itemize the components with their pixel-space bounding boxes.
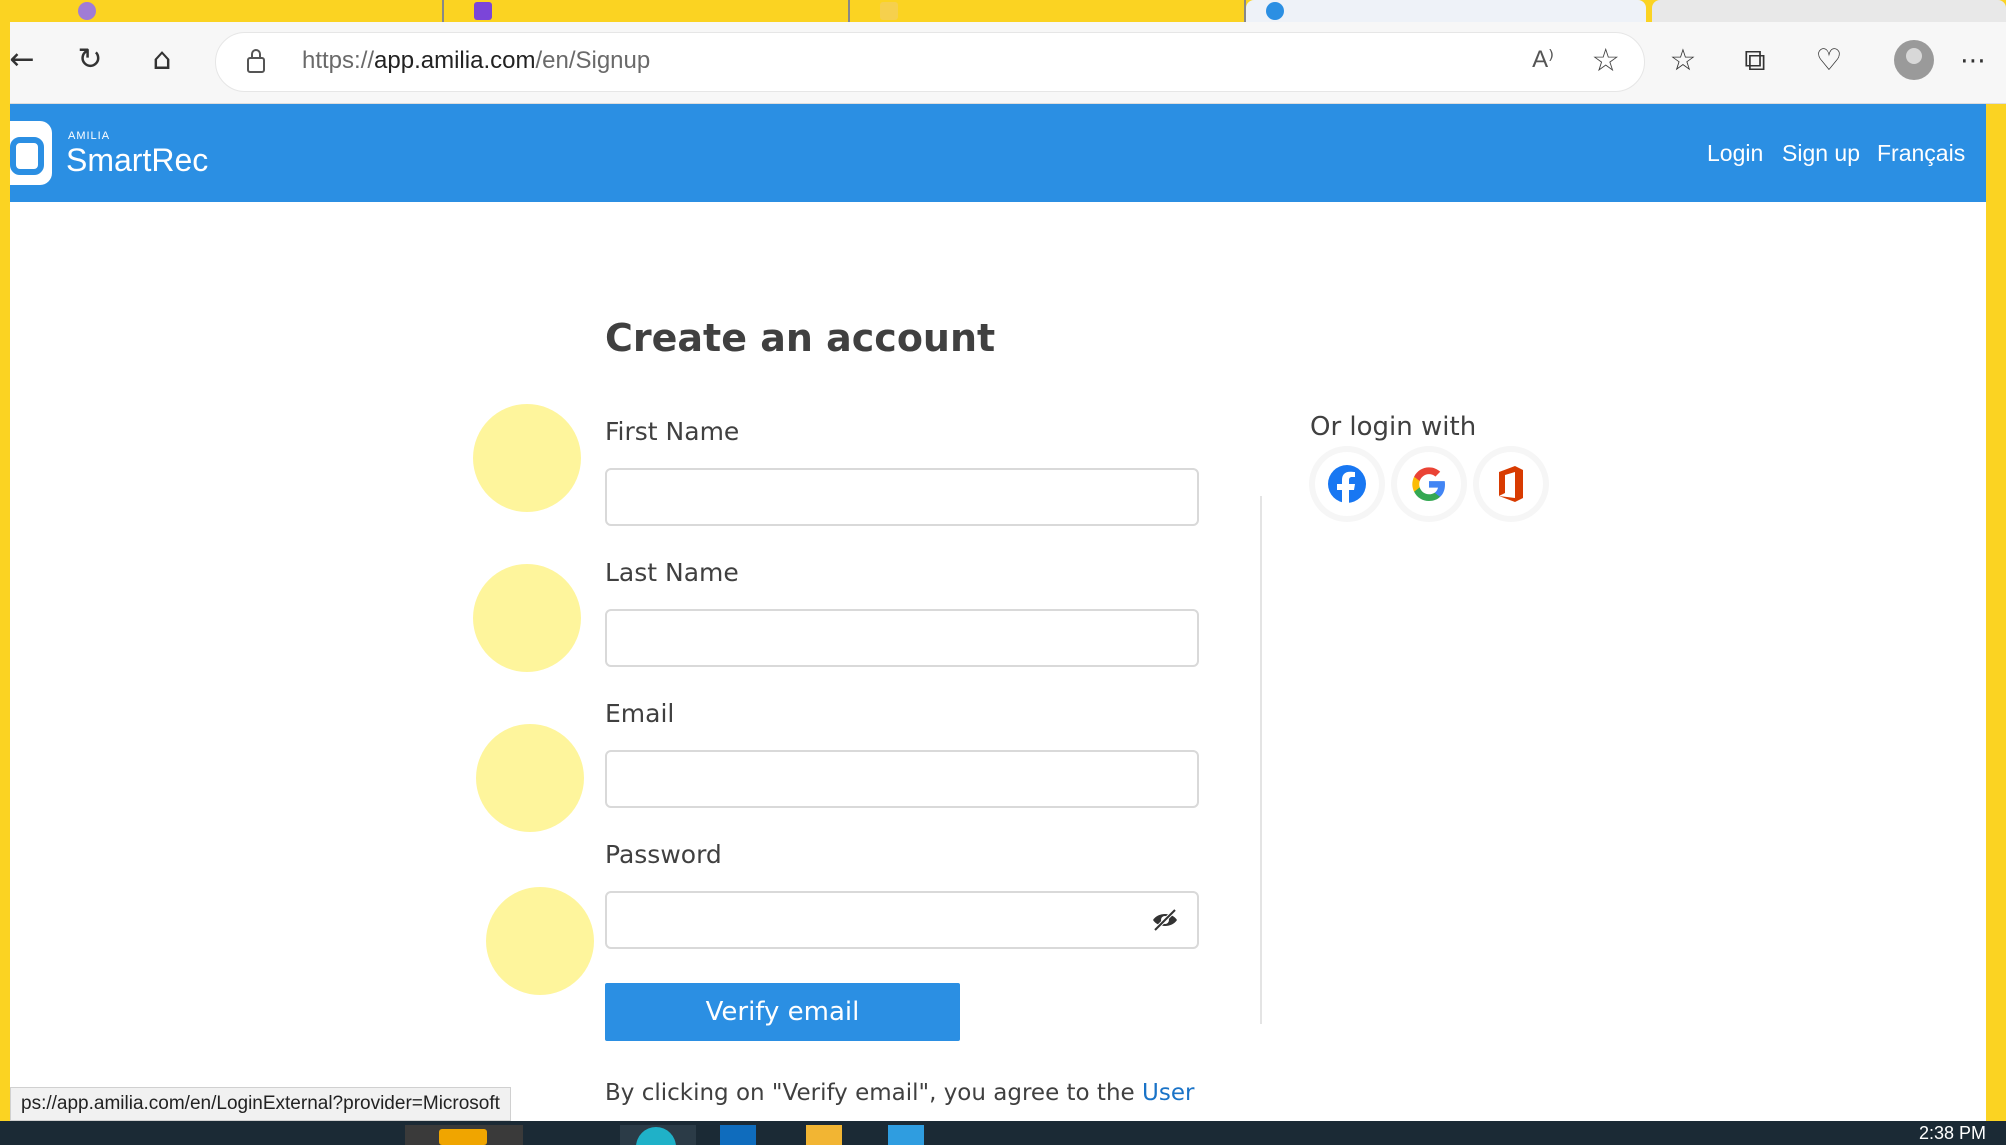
hide-password-icon[interactable] [1151, 908, 1179, 932]
facebook-login-button[interactable] [1315, 452, 1379, 516]
file-explorer-icon[interactable] [806, 1125, 842, 1145]
amilia-logo-icon[interactable] [10, 121, 52, 185]
site-header: AMILIA SmartRec Login Sign up Français [10, 104, 1986, 202]
terms-prefix: By clicking on "Verify email", you agree… [605, 1080, 1142, 1106]
url-path: /en/Signup [535, 47, 651, 74]
favorite-star-icon[interactable]: ☆ [1591, 41, 1620, 79]
browser-tab-strip [10, 0, 2006, 22]
edge-app-icon[interactable] [620, 1125, 696, 1145]
url-text: https://app.amilia.com/en/Signup [302, 47, 650, 75]
highlight-marker [476, 724, 584, 832]
column-divider [1260, 496, 1262, 1024]
last-name-label: Last Name [605, 558, 739, 587]
url-prefix: https:// [302, 47, 375, 74]
taskbar-clock: 2:38 PM [1918, 1123, 1986, 1143]
logo-small-text: AMILIA [68, 130, 111, 142]
more-options-icon[interactable]: ⋯ [1950, 38, 1996, 84]
outlook-icon[interactable] [720, 1125, 756, 1145]
password-field[interactable] [605, 891, 1199, 949]
language-link[interactable]: Français [1877, 140, 1965, 167]
logo-text[interactable]: SmartRec [66, 142, 208, 179]
tab-favicon-icon [78, 2, 96, 20]
highlight-marker [473, 564, 581, 672]
address-bar[interactable]: https://app.amilia.com/en/Signup A⁾ ☆ [215, 32, 1645, 92]
last-name-field[interactable] [605, 609, 1199, 667]
link-status-bar: ps://app.amilia.com/en/LoginExternal?pro… [10, 1087, 511, 1121]
home-icon[interactable]: ⌂ [142, 40, 182, 80]
browser-tab[interactable] [1652, 0, 2006, 22]
browser-tab[interactable] [450, 0, 850, 22]
verify-email-button[interactable]: Verify email [605, 983, 960, 1041]
tab-favicon-icon [880, 2, 898, 20]
url-domain: app.amilia.com [374, 47, 536, 74]
edge-icon [636, 1127, 676, 1145]
signup-link[interactable]: Sign up [1782, 140, 1860, 167]
browser-tab[interactable] [34, 0, 444, 22]
favorites-list-icon[interactable]: ☆ [1660, 38, 1706, 84]
facebook-icon [1328, 465, 1366, 504]
page-title: Create an account [605, 316, 996, 360]
login-link[interactable]: Login [1707, 140, 1763, 167]
highlight-marker [486, 887, 594, 995]
terms-text: By clicking on "Verify email", you agree… [605, 1080, 1194, 1106]
email-field[interactable] [605, 750, 1199, 808]
office-icon [1499, 466, 1523, 502]
social-login-heading: Or login with [1310, 412, 1477, 442]
tab-favicon-icon [474, 2, 492, 20]
google-login-button[interactable] [1397, 452, 1461, 516]
windows-taskbar: 2:38 PM [0, 1121, 2006, 1145]
read-aloud-icon[interactable]: A⁾ [1532, 45, 1554, 74]
profile-avatar[interactable] [1894, 40, 1934, 80]
frame-left-edge [0, 0, 10, 1145]
back-arrow-icon[interactable]: ← [2, 40, 42, 80]
highlight-marker [473, 404, 581, 512]
tab-favicon-icon [1266, 2, 1284, 20]
browser-tab-active[interactable] [1246, 0, 1646, 22]
store-icon[interactable] [888, 1125, 924, 1145]
google-icon [1412, 467, 1445, 501]
browser-toolbar: ← ↻ ⌂ https://app.amilia.com/en/Signup A… [9, 22, 2006, 104]
office-login-button[interactable] [1479, 452, 1543, 516]
browser-health-icon[interactable]: ♡ [1806, 38, 1852, 84]
first-name-field[interactable] [605, 468, 1199, 526]
web-page: AMILIA SmartRec Login Sign up Français C… [10, 104, 1986, 1121]
first-name-label: First Name [605, 417, 740, 446]
taskbar-app-icon[interactable] [405, 1125, 523, 1145]
refresh-icon[interactable]: ↻ [70, 40, 110, 80]
lock-icon [247, 49, 265, 73]
user-agreement-link[interactable]: User [1142, 1080, 1194, 1106]
briefcase-icon [439, 1129, 487, 1145]
email-label: Email [605, 699, 675, 728]
browser-tab[interactable] [856, 0, 1246, 22]
password-label: Password [605, 840, 722, 869]
collections-icon[interactable]: ⧉ [1732, 38, 1778, 84]
